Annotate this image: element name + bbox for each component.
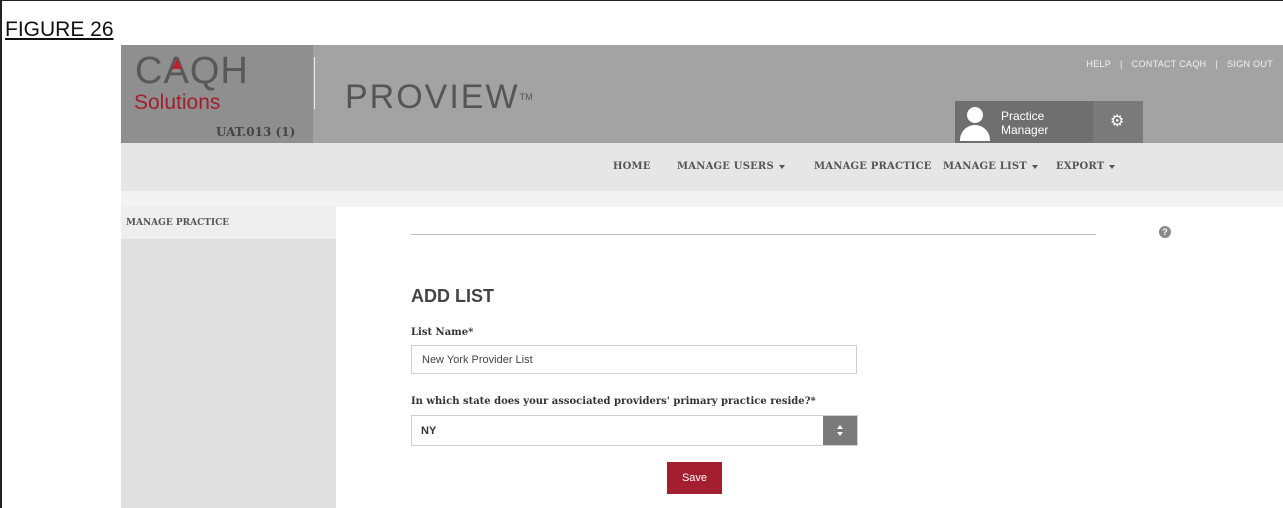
sidebar: MANAGE PRACTICE (121, 207, 336, 508)
nav-manage-list[interactable]: MANAGE LIST (943, 161, 1038, 172)
help-icon[interactable]: ? (1159, 226, 1171, 238)
sidebar-item-manage-practice[interactable]: MANAGE PRACTICE (121, 207, 336, 239)
environment-label: UAT.013 (1) (216, 125, 296, 139)
app-window: CA QH Solutions UAT.013 (1) PROVIEWTM HEL… (121, 45, 1283, 508)
help-link[interactable]: HELP (1086, 59, 1111, 69)
chevron-down-icon (1031, 164, 1038, 169)
solutions-logo-text: Solutions (134, 91, 221, 114)
user-name: Practice Manager (1001, 109, 1049, 137)
top-links: HELP | CONTACT CAQH | SIGN OUT (1086, 59, 1273, 69)
caqh-logo: CA QH (135, 50, 249, 92)
page-title: ADD LIST (411, 286, 494, 306)
brand-logo-box: CA QH Solutions UAT.013 (1) (121, 45, 313, 143)
select-arrows-icon (823, 416, 857, 445)
chevron-down-icon (1109, 164, 1116, 169)
contact-caqh-link[interactable]: CONTACT CAQH (1132, 59, 1207, 69)
chevron-down-icon (778, 164, 785, 169)
figure-frame-left (0, 0, 2, 508)
sub-bar (121, 191, 1283, 207)
section-divider (411, 234, 1096, 235)
figure-label: FIGURE 26 (5, 18, 114, 41)
user-avatar-icon (957, 103, 991, 141)
header: CA QH Solutions UAT.013 (1) PROVIEWTM HEL… (121, 45, 1283, 143)
figure-frame-top (0, 0, 1283, 1)
brand-divider (314, 57, 315, 109)
sign-out-link[interactable]: SIGN OUT (1227, 59, 1273, 69)
nav-export[interactable]: EXPORT (1056, 161, 1116, 172)
user-menu[interactable]: Practice Manager (955, 101, 1093, 143)
nav-home[interactable]: HOME (613, 161, 651, 172)
settings-button[interactable]: ⚙ (1093, 101, 1143, 143)
main-nav: HOME MANAGE USERS MANAGE PRACTICE MANAGE… (121, 143, 1283, 191)
list-name-label: List Name* (411, 327, 474, 338)
nav-manage-practice[interactable]: MANAGE PRACTICE (814, 161, 932, 172)
list-name-input[interactable] (411, 345, 857, 374)
sidebar-item-label: MANAGE PRACTICE (126, 218, 230, 228)
state-select[interactable]: NY (411, 415, 858, 446)
nav-manage-users[interactable]: MANAGE USERS (677, 161, 785, 172)
save-button[interactable]: Save (667, 462, 722, 494)
proview-logo: PROVIEWTM (345, 78, 533, 116)
state-label: In which state does your associated prov… (411, 396, 816, 407)
state-select-value: NY (421, 425, 437, 437)
gear-icon: ⚙ (1110, 113, 1125, 130)
